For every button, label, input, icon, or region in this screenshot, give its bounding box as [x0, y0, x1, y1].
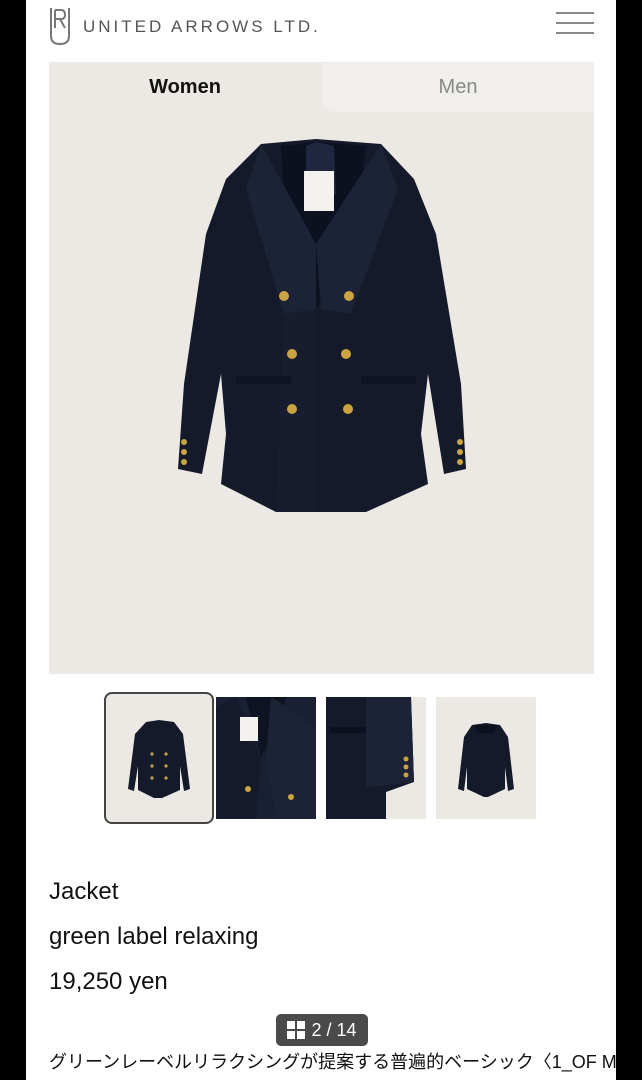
thumbnail-3[interactable] [326, 697, 426, 819]
product-title: Jacket [49, 878, 119, 905]
jacket-main-image[interactable] [166, 134, 476, 514]
image-counter[interactable]: 2 / 14 [276, 1014, 368, 1046]
product-description: グリーンレーベルリラクシングが提案する普遍的ベーシック〈1_OF MINE [49, 1052, 616, 1072]
hamburger-menu-icon[interactable] [556, 12, 594, 38]
tab-men[interactable]: Men [322, 62, 594, 112]
phone-screen: UNITED ARROWS LTD. Women Men Jacket gree… [26, 0, 616, 1080]
thumbnail-2[interactable] [216, 697, 316, 819]
thumbnail-1[interactable] [104, 692, 214, 824]
image-counter-text: 2 / 14 [311, 1019, 357, 1040]
product-image-area: Women Men [49, 62, 594, 674]
thumbnail-4[interactable] [436, 697, 536, 819]
product-price: 19,250 yen [49, 968, 168, 995]
tab-women[interactable]: Women [49, 62, 321, 112]
gender-tabs: Women Men [49, 62, 594, 112]
site-header: UNITED ARROWS LTD. [26, 0, 616, 56]
brand-name[interactable]: UNITED ARROWS LTD. [83, 17, 321, 37]
grid-icon [287, 1021, 306, 1039]
thumbnail-strip [104, 692, 544, 824]
ua-monogram-icon[interactable] [48, 6, 72, 46]
product-brand-label[interactable]: green label relaxing [49, 923, 258, 951]
